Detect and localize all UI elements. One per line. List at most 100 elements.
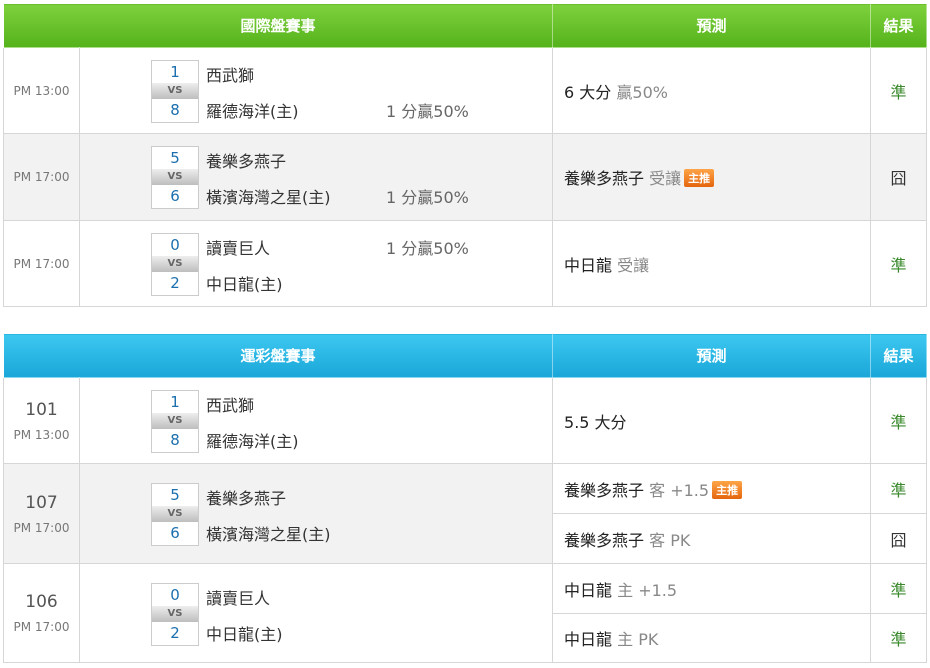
prediction-cell: 5.5 大分: [552, 377, 872, 464]
score-away: 1: [170, 63, 180, 81]
prediction-detail: 客 PK: [649, 530, 691, 550]
score-away: 5: [170, 486, 180, 504]
recommended-badge: 主推: [712, 480, 743, 499]
score-box: 0 VS 2: [151, 583, 199, 646]
score-away: 5: [170, 149, 180, 167]
prediction-detail: 主 +1.5: [617, 580, 678, 600]
match-time-cell: 106 PM 17:00: [3, 563, 80, 663]
prediction-pick: 中日龍: [564, 630, 613, 649]
prediction-cell: 中日龍 主 PK: [552, 613, 872, 663]
prediction-pick: 中日龍: [564, 580, 613, 600]
match-cell: 5 VS 6 養樂多燕子 橫濱海灣之星(主) 1 分贏50%: [78, 133, 554, 221]
prediction-cell: 6 大分 贏50%: [552, 47, 872, 134]
score-away: 0: [170, 586, 180, 604]
result-badge: 準: [870, 613, 928, 663]
team-away: 養樂多燕子: [206, 489, 287, 508]
intl-prediction-header: 預測: [552, 3, 872, 48]
intl-match-row: PM 17:00 0 VS 2 讀賣巨人 中日龍(主) 1 分贏50% 中日龍 …: [3, 220, 928, 307]
team-home: 橫濱海灣之星(主): [206, 188, 331, 207]
score-home: 8: [170, 431, 180, 449]
prediction-detail: 客 +1.5: [649, 480, 710, 500]
intl-match-row: PM 17:00 5 VS 6 養樂多燕子 橫濱海灣之星(主) 1 分贏50% …: [3, 133, 928, 221]
handicap-result: 1 分贏50%: [386, 239, 469, 258]
score-home: 6: [170, 187, 180, 205]
prediction-detail: 贏50%: [616, 82, 668, 102]
match-cell: 0 VS 2 讀賣巨人 中日龍(主) 1 分贏50%: [78, 220, 554, 307]
match-time-cell: 107 PM 17:00: [3, 463, 80, 564]
score-box: 1 VS 8: [151, 60, 199, 123]
prediction-pick: 養樂多燕子: [564, 530, 645, 550]
prediction-detail: 受讓: [649, 169, 682, 188]
vs-label: VS: [152, 83, 198, 99]
vs-label: VS: [152, 169, 198, 185]
game-number: 106: [25, 592, 58, 612]
team-away: 西武獅: [206, 396, 255, 415]
intl-match-row: PM 13:00 1 VS 8 西武獅 羅德海洋(主) 1 分贏50% 6 大分…: [3, 47, 928, 134]
match-cell: 5 VS 6 養樂多燕子 橫濱海灣之星(主): [78, 463, 554, 564]
handicap-result: 1 分贏50%: [386, 102, 469, 121]
match-time: PM 13:00: [3, 47, 80, 134]
team-away: 讀賣巨人: [206, 239, 271, 258]
match-cell: 0 VS 2 讀賣巨人 中日龍(主): [78, 563, 554, 663]
match-time: PM 17:00: [13, 620, 70, 634]
vs-label: VS: [152, 506, 198, 522]
vs-label: VS: [152, 256, 198, 272]
team-away: 讀賣巨人: [206, 589, 271, 608]
prediction-pick: 養樂多燕子: [564, 480, 645, 500]
prediction-pick: 養樂多燕子: [564, 169, 645, 188]
vs-label: VS: [152, 606, 198, 622]
intl-header-row: 國際盤賽事 預測 結果: [2, 3, 928, 48]
prediction-cell: 養樂多燕子 受讓 主推: [552, 133, 872, 221]
prediction-detail: 受讓: [617, 255, 650, 275]
vs-label: VS: [152, 413, 198, 429]
lottery-match-row: 106 PM 17:00 0 VS 2 讀賣巨人 中日龍(主) 中日龍 主 +1…: [3, 563, 928, 663]
match-time: PM 13:00: [13, 427, 70, 442]
team-home: 羅德海洋(主): [206, 432, 299, 451]
intl-title: 國際盤賽事: [2, 3, 554, 48]
recommended-badge: 主推: [684, 169, 715, 187]
result-badge: 囧: [870, 133, 928, 221]
prediction-cell: 中日龍 受讓: [552, 220, 872, 307]
team-home: 羅德海洋(主): [206, 102, 299, 121]
lottery-odds-table: 運彩盤賽事 預測 結果 101 PM 13:00 1 VS 8 西武獅 羅德海洋…: [2, 333, 928, 663]
lottery-match-row: 101 PM 13:00 1 VS 8 西武獅 羅德海洋(主) 5.5 大分 準: [3, 377, 928, 464]
handicap-result: 1 分贏50%: [386, 188, 469, 207]
intl-result-header: 結果: [870, 3, 928, 48]
score-home: 2: [170, 624, 180, 642]
prediction-pick: 6 大分: [564, 82, 612, 102]
score-box: 5 VS 6: [151, 146, 199, 209]
result-badge: 準: [870, 463, 928, 514]
team-home: 橫濱海灣之星(主): [206, 525, 331, 544]
score-box: 5 VS 6: [151, 483, 199, 546]
match-time: PM 17:00: [3, 220, 80, 307]
result-badge: 準: [870, 47, 928, 134]
prediction-detail: 主 PK: [617, 630, 659, 649]
team-away: 西武獅: [206, 66, 255, 85]
prediction-pick: 5.5 大分: [564, 412, 627, 432]
score-box: 1 VS 8: [151, 390, 199, 453]
team-home: 中日龍(主): [206, 625, 283, 644]
team-home: 中日龍(主): [206, 275, 283, 294]
score-away: 1: [170, 393, 180, 411]
match-time: PM 17:00: [13, 520, 70, 535]
match-time: PM 17:00: [3, 133, 80, 221]
score-away: 0: [170, 236, 180, 254]
score-box: 0 VS 2: [151, 233, 199, 296]
result-badge: 囧: [870, 513, 928, 564]
prediction-pick: 中日龍: [564, 255, 613, 275]
match-cell: 1 VS 8 西武獅 羅德海洋(主) 1 分贏50%: [78, 47, 554, 134]
prediction-cell: 中日龍 主 +1.5: [552, 563, 872, 614]
game-number: 101: [25, 399, 58, 420]
result-badge: 準: [870, 563, 928, 614]
game-number: 107: [25, 492, 58, 513]
lottery-prediction-header: 預測: [552, 333, 872, 378]
prediction-cell: 養樂多燕子 客 +1.5 主推: [552, 463, 872, 514]
lottery-result-header: 結果: [870, 333, 928, 378]
score-home: 6: [170, 524, 180, 542]
lottery-title: 運彩盤賽事: [2, 333, 554, 378]
prediction-cell: 養樂多燕子 客 PK: [552, 513, 872, 564]
lottery-match-row: 107 PM 17:00 5 VS 6 養樂多燕子 橫濱海灣之星(主) 養樂多燕…: [3, 463, 928, 564]
intl-odds-table: 國際盤賽事 預測 結果 PM 13:00 1 VS 8 西武獅 羅德海洋(主) …: [2, 3, 928, 307]
score-home: 2: [170, 274, 180, 292]
lottery-header-row: 運彩盤賽事 預測 結果: [2, 333, 928, 378]
